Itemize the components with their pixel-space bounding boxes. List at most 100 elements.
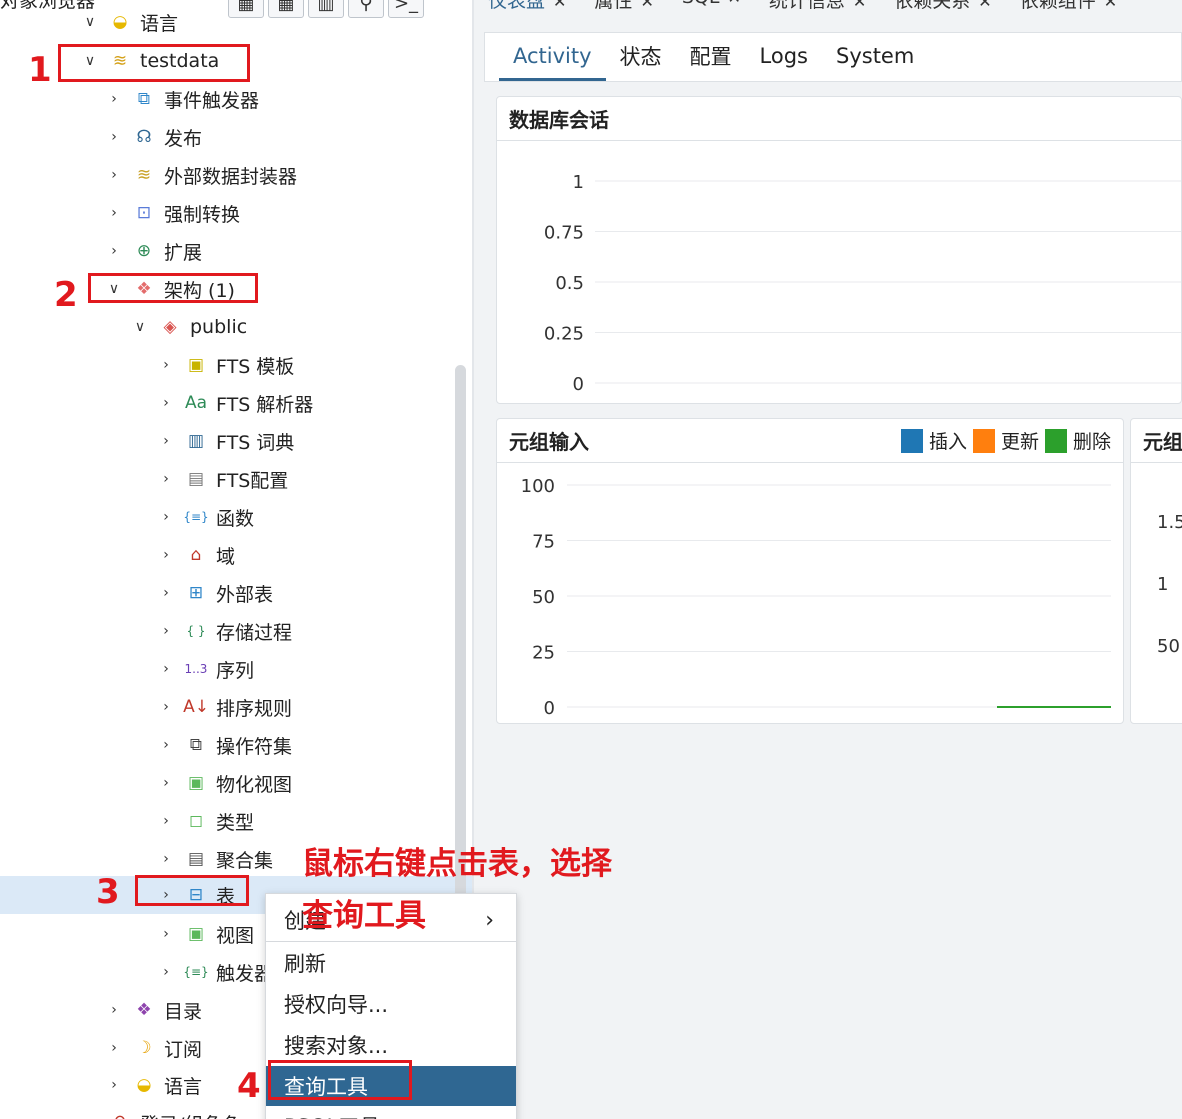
tab-0[interactable]: 仪表盘 ✕ <box>488 0 566 16</box>
close-icon[interactable]: ✕ <box>1104 0 1117 11</box>
extension-icon: ⊕ <box>136 240 152 261</box>
tree-scrollbar[interactable] <box>455 365 466 905</box>
tree-node-procedure[interactable]: › { } 存储过程 <box>0 612 472 650</box>
annotation-box-query-tool <box>268 1060 412 1100</box>
chevron-right-icon[interactable]: › <box>158 509 174 525</box>
language-icon: ◒ <box>136 1074 152 1095</box>
publication-icon: ☊ <box>136 126 152 147</box>
database-sessions-title: 数据库会话 <box>497 97 1181 141</box>
close-icon[interactable]: ✕ <box>640 0 653 11</box>
chevron-right-icon[interactable]: › <box>158 699 174 715</box>
tab-2[interactable]: SQL ✕ <box>682 0 741 16</box>
subtab-4[interactable]: System <box>822 33 928 81</box>
tab-5[interactable]: 依赖组件 ✕ <box>1020 0 1117 16</box>
collation-icon: A↓ <box>183 696 209 717</box>
legend-item[interactable]: 删除 <box>1044 427 1111 454</box>
chevron-right-icon[interactable]: › <box>158 585 174 601</box>
tree-node-label: 类型 <box>216 811 255 834</box>
tuples-in-header: 元组输入 插入 更新 删除 <box>497 419 1123 463</box>
tree-node-foreign-data-wrapper[interactable]: › ≋ 外部数据封装器 <box>0 156 472 194</box>
tree-node-label: 语言 <box>140 12 179 35</box>
tuples-in-legend: 插入 更新 删除 <box>900 427 1111 454</box>
chevron-right-icon[interactable]: › <box>158 661 174 677</box>
context-menu-item-3[interactable]: 搜索对象... <box>266 1025 516 1065</box>
y-tick-label: 0 <box>544 698 555 719</box>
tree-node-operator[interactable]: › ⧉ 操作符集 <box>0 726 472 764</box>
legend-label: 删除 <box>1072 431 1111 453</box>
sequence-icon: 1..3 <box>184 662 208 676</box>
menu-item-label: PSQL工具 <box>284 1111 380 1119</box>
tree-node-label: 操作符集 <box>216 735 293 758</box>
tree-node-foreign-table[interactable]: › ⊞ 外部表 <box>0 574 472 612</box>
chevron-right-icon[interactable]: › <box>158 547 174 563</box>
chevron-right-icon[interactable]: › <box>106 205 122 221</box>
tree-node-collation[interactable]: › A↓ 排序规则 <box>0 688 472 726</box>
tree-node-fts-template[interactable]: › ▣ FTS 模板 <box>0 346 472 384</box>
close-icon[interactable]: ✕ <box>978 0 991 11</box>
chevron-right-icon[interactable]: › <box>158 775 174 791</box>
chevron-right-icon[interactable]: › <box>158 623 174 639</box>
chevron-right-icon[interactable]: › <box>158 737 174 753</box>
chevron-right-icon[interactable]: › <box>158 357 174 373</box>
close-icon[interactable]: ✕ <box>853 0 866 11</box>
annotation-box-testdata <box>58 44 250 82</box>
tree-node-label: 登录/组角色 <box>140 1110 241 1119</box>
tree-node-label: 订阅 <box>164 1038 203 1061</box>
tree-node-fts-configuration[interactable]: › ▤ FTS配置 <box>0 460 472 498</box>
chevron-right-icon[interactable]: › <box>158 471 174 487</box>
legend-item[interactable]: 更新 <box>972 427 1039 454</box>
tree-node-event-trigger[interactable]: › ⧉ 事件触发器 <box>0 80 472 118</box>
chevron-right-icon[interactable]: › <box>158 851 174 867</box>
subtab-3[interactable]: Logs <box>746 33 822 81</box>
subtab-1[interactable]: 状态 <box>606 33 676 81</box>
chevron-down-icon[interactable]: ∨ <box>132 319 148 335</box>
chevron-right-icon[interactable]: › <box>106 1077 122 1093</box>
chevron-right-icon[interactable]: › <box>106 1002 122 1018</box>
tree-node-type[interactable]: › ◻ 类型 <box>0 802 472 840</box>
tree-node-sequence[interactable]: › 1..3 序列 <box>0 650 472 688</box>
tree-node-label: FTS 模板 <box>216 355 295 378</box>
tree-node-cast[interactable]: › ⊡ 强制转换 <box>0 194 472 232</box>
chevron-right-icon[interactable]: › <box>106 1040 122 1056</box>
tuples-in-title: 元组输入 <box>509 430 589 454</box>
tree-node-fts-parser[interactable]: › Aa FTS 解析器 <box>0 384 472 422</box>
chevron-down-icon[interactable]: ∨ <box>82 14 98 30</box>
chevron-right-icon[interactable]: › <box>158 964 174 980</box>
tree-node-function[interactable]: › {≡} 函数 <box>0 498 472 536</box>
legend-item[interactable]: 插入 <box>900 427 967 454</box>
chevron-right-icon[interactable]: › <box>82 1115 98 1119</box>
tab-4[interactable]: 依赖关系 ✕ <box>894 0 991 16</box>
tab-label: 属性 <box>594 0 633 12</box>
tree-node-label: 视图 <box>216 924 255 947</box>
chevron-right-icon[interactable]: › <box>158 813 174 829</box>
context-menu-item-1[interactable]: 刷新 <box>266 943 516 983</box>
database-sessions-panel: 数据库会话 1 0.75 0.5 0.25 0 <box>496 96 1182 404</box>
chevron-right-icon[interactable]: › <box>106 129 122 145</box>
tree-node-fts-dictionary[interactable]: › ▥ FTS 词典 <box>0 422 472 460</box>
cast-icon: ⊡ <box>136 202 152 223</box>
tree-node-materialized-view[interactable]: › ▣ 物化视图 <box>0 764 472 802</box>
tree-node-label: 序列 <box>216 659 255 682</box>
context-menu-item-5[interactable]: PSQL工具 <box>266 1106 516 1119</box>
tab-1[interactable]: 属性 ✕ <box>594 0 653 16</box>
chevron-right-icon[interactable]: › <box>158 926 174 942</box>
chevron-right-icon[interactable]: › <box>158 395 174 411</box>
dashboard-subtabs: Activity 状态 配置 Logs System <box>484 32 1182 82</box>
close-icon[interactable]: ✕ <box>553 0 566 11</box>
tab-3[interactable]: 统计信息 ✕ <box>769 0 866 16</box>
y-tick-label: 0.25 <box>544 324 584 345</box>
chevron-right-icon[interactable]: › <box>106 243 122 259</box>
chevron-right-icon[interactable]: › <box>106 91 122 107</box>
type-icon: ◻ <box>188 810 204 831</box>
tab-label: 仪表盘 <box>488 0 546 12</box>
close-icon[interactable]: ✕ <box>727 0 740 7</box>
subtab-0[interactable]: Activity <box>499 33 606 81</box>
tree-node-language[interactable]: ∨ ◒ 语言 <box>0 3 472 41</box>
subtab-2[interactable]: 配置 <box>676 33 746 81</box>
chevron-right-icon[interactable]: › <box>158 433 174 449</box>
context-menu-item-2[interactable]: 授权向导... <box>266 984 516 1024</box>
chevron-right-icon[interactable]: › <box>106 167 122 183</box>
tree-node-domain[interactable]: › ⌂ 域 <box>0 536 472 574</box>
tree-node-publication[interactable]: › ☊ 发布 <box>0 118 472 156</box>
tree-node-extension[interactable]: › ⊕ 扩展 <box>0 232 472 270</box>
